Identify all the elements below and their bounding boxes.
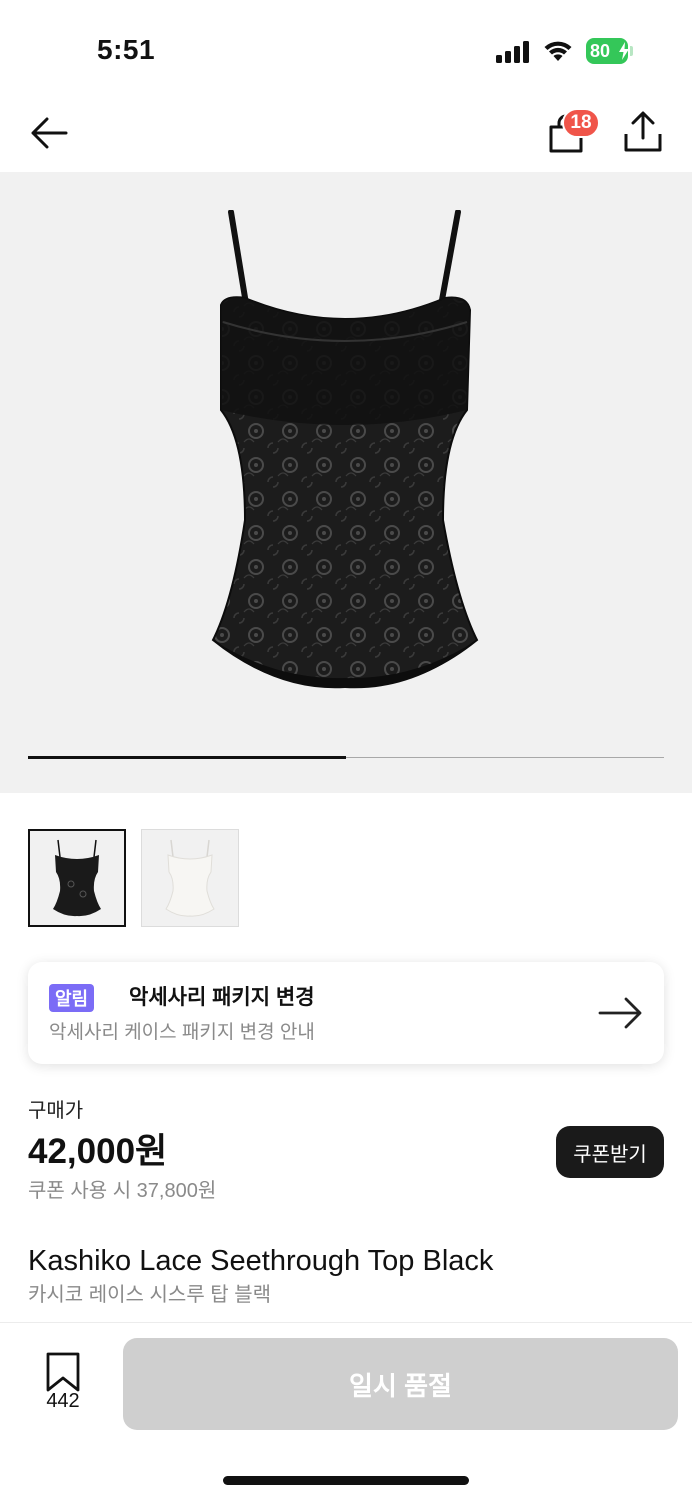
bookmark-icon[interactable]	[44, 1352, 82, 1392]
share-icon[interactable]	[622, 110, 664, 154]
bag-count-badge: 18	[562, 108, 600, 138]
arrow-right-icon	[598, 997, 642, 1029]
status-bar: 5:51 80	[0, 0, 692, 100]
price-label: 구매가	[28, 1100, 84, 1122]
notice-card[interactable]: 알림 악세사리 패키지 변경 악세사리 케이스 패키지 변경 안내	[28, 962, 664, 1064]
thumbnail-black[interactable]	[28, 829, 126, 927]
coupon-price: 쿠폰 사용 시 37,800원	[28, 1180, 217, 1202]
product-image	[211, 210, 479, 689]
arrow-left-icon[interactable]	[28, 112, 70, 154]
status-time: 5:51	[97, 34, 156, 65]
notice-title: 악세사리 패키지 변경	[129, 986, 315, 1009]
battery-cap	[630, 46, 633, 56]
bottom-bar-divider	[0, 1322, 692, 1323]
product-image-gallery[interactable]	[0, 172, 692, 793]
gallery-progress-fill	[28, 756, 346, 759]
thumbnail-black-image	[53, 839, 101, 917]
notice-badge: 알림	[49, 984, 95, 1012]
charging-bolt-icon	[619, 42, 629, 60]
notice-subtitle: 악세사리 케이스 패키지 변경 안내	[49, 1022, 315, 1043]
product-name-korean: 카시코 레이스 시스루 탑 블랙	[28, 1284, 272, 1306]
signal-icon	[496, 41, 529, 63]
wifi-icon	[544, 41, 572, 61]
get-coupon-button[interactable]: 쿠폰받기	[556, 1126, 664, 1178]
product-name: Kashiko Lace Seethrough Top Black	[28, 1245, 494, 1277]
thumbnail-white[interactable]	[141, 829, 239, 927]
price-value: 42,000원	[28, 1132, 168, 1171]
bookmark-count: 442	[46, 1390, 80, 1412]
battery-level: 80	[590, 40, 611, 61]
home-indicator	[223, 1476, 469, 1485]
thumbnail-white-image	[165, 839, 215, 917]
gallery-progress-track	[28, 756, 664, 759]
sold-out-button: 일시 품절	[123, 1338, 678, 1430]
